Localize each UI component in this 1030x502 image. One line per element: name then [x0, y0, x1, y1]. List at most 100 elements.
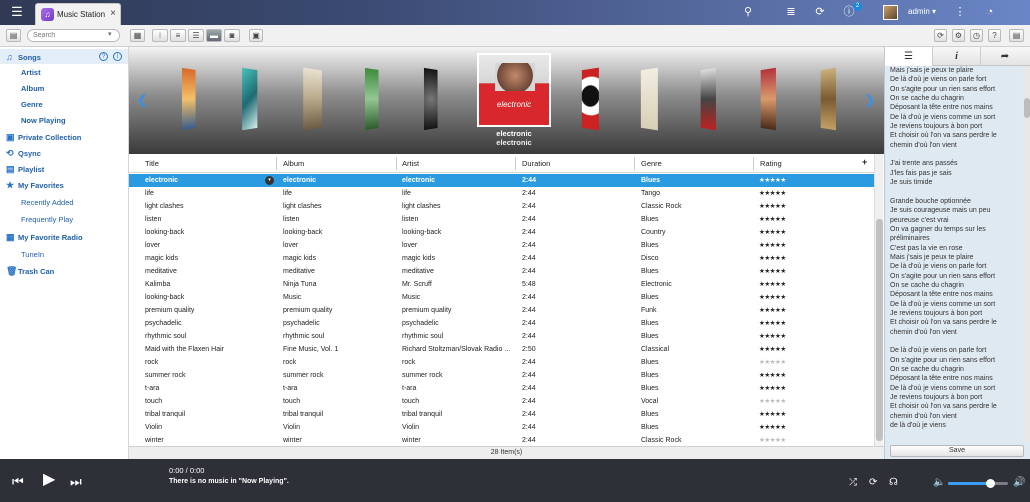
rating-stars[interactable]: ★★★★★	[759, 278, 786, 291]
volume-icon[interactable]: 🔈	[933, 477, 945, 488]
cover-flow-prev-icon[interactable]: ❮	[137, 93, 147, 107]
sync-icon[interactable]: ⟳	[812, 4, 828, 20]
sidebar-item-my-favorite-radio[interactable]: ▦ My Favorite Radio	[6, 230, 83, 244]
album-cover[interactable]	[242, 67, 258, 131]
rating-stars[interactable]: ★★★★★	[759, 291, 786, 304]
table-row[interactable]: life life life 2:44 Tango ★★★★★	[129, 187, 874, 200]
table-row[interactable]: tribal tranquil tribal tranquil tribal tra…	[129, 408, 874, 421]
sidebar-item-now-playing[interactable]: Now Playing	[21, 114, 66, 128]
detail-view-icon[interactable]: ☰	[188, 29, 204, 42]
column-title[interactable]: Title	[145, 159, 159, 168]
rating-stars[interactable]: ★★★★★	[759, 421, 786, 434]
album-cover[interactable]	[760, 67, 776, 131]
more-options-icon[interactable]: ⋮	[952, 4, 968, 20]
sidebar-toggle-icon[interactable]: ▤	[6, 29, 21, 42]
sidebar-item-trash-can[interactable]: 🗑Trash Can	[6, 264, 54, 278]
table-row[interactable]: magic kids magic kids magic kids 2:44 Disco ★…	[129, 252, 874, 265]
shuffle-icon[interactable]: ⤮	[849, 477, 857, 488]
column-album[interactable]: Album	[283, 159, 304, 168]
album-cover[interactable]	[640, 67, 658, 131]
album-cover[interactable]	[364, 67, 379, 131]
headphones-icon[interactable]: ☊	[889, 477, 898, 488]
table-row[interactable]: psychadelic psychadelic psychadelic 2:44 Blu…	[129, 317, 874, 330]
volume-max-icon[interactable]: 🔊	[1013, 477, 1025, 488]
app-tab-music-station[interactable]: ♫ Music Station ×	[35, 3, 121, 25]
table-row[interactable]: Violin Violin Violin 2:44 Blues ★★★★★	[129, 421, 874, 434]
rating-stars[interactable]: ★★★★★	[759, 265, 786, 278]
settings-icon[interactable]: ⚙	[952, 29, 965, 42]
rating-stars[interactable]: ★★★★★	[759, 252, 786, 265]
column-rating[interactable]: Rating	[760, 159, 782, 168]
grid-view-icon[interactable]: ▦	[130, 29, 145, 42]
table-row[interactable]: looking-back Music Music 2:44 Blues ★★★★★	[129, 291, 874, 304]
help-icon[interactable]: ?	[99, 52, 108, 61]
album-view-icon[interactable]: ◙	[224, 29, 240, 42]
table-row[interactable]: listen listen listen 2:44 Blues ★★★★★	[129, 213, 874, 226]
previous-track-icon[interactable]: ⏮	[12, 474, 24, 490]
next-track-icon[interactable]: ⏭	[70, 474, 82, 490]
rating-stars[interactable]: ★★★★★	[759, 239, 786, 252]
table-row[interactable]: t-ara t-ara t-ara 2:44 Blues ★★★★★	[129, 382, 874, 395]
table-scrollbar[interactable]	[874, 154, 883, 446]
table-row[interactable]: Maid with the Flaxen Hair Fine Music, Vol…	[129, 343, 874, 356]
sidebar-item-songs[interactable]: ♫ Songs	[6, 50, 41, 64]
rating-stars[interactable]: ★★★★★	[759, 200, 786, 213]
coverflow-view-icon[interactable]: ▬	[206, 29, 222, 42]
list-view-icon[interactable]: ≡	[170, 29, 186, 42]
dashboard-icon[interactable]: ◔	[982, 4, 998, 20]
thumbnail-view-icon[interactable]: ⁝	[152, 29, 168, 42]
album-cover[interactable]	[303, 67, 322, 131]
play-icon[interactable]: ▶	[43, 472, 55, 488]
save-playlist-icon[interactable]: ▣	[249, 29, 263, 42]
rating-stars[interactable]: ★★★★★	[759, 317, 786, 330]
cover-flow-next-icon[interactable]: ❯	[865, 93, 875, 107]
info-icon[interactable]: i	[113, 52, 122, 61]
add-column-button[interactable]: +	[862, 157, 867, 167]
table-row[interactable]: lover lover lover 2:44 Blues ★★★★★	[129, 239, 874, 252]
sidebar-item-frequently-play[interactable]: Frequently Play	[21, 213, 73, 227]
rating-stars[interactable]: ★★★★★	[759, 226, 786, 239]
lyrics-scrollbar[interactable]	[1023, 66, 1030, 442]
scrollbar-thumb[interactable]	[876, 219, 883, 441]
rating-stars[interactable]: ★★★★★	[759, 304, 786, 317]
sidebar-item-playlist[interactable]: ▤ Playlist	[6, 162, 44, 176]
selected-album-cover[interactable]: electronic	[477, 53, 551, 127]
panel-toggle-icon[interactable]: ▤	[1009, 29, 1024, 42]
table-row[interactable]: electronic electronic electronic 2:44 Blues ★…	[129, 174, 874, 187]
rating-stars[interactable]: ★★★★★	[759, 343, 786, 356]
sidebar-item-qsync[interactable]: ⟲ Qsync	[6, 146, 41, 160]
sidebar-item-album[interactable]: Album	[21, 82, 44, 96]
row-menu-icon[interactable]: ▾	[265, 176, 274, 185]
album-cover[interactable]	[181, 67, 196, 131]
album-cover[interactable]	[423, 67, 438, 131]
timer-icon[interactable]: ◷	[970, 29, 983, 42]
user-menu[interactable]: admin ▾	[908, 7, 936, 16]
tab-share[interactable]: ➦	[981, 47, 1029, 66]
column-duration[interactable]: Duration	[522, 159, 550, 168]
table-row[interactable]: looking-back looking-back looking-back 2:44…	[129, 226, 874, 239]
tab-lyrics[interactable]: ☰	[885, 47, 933, 66]
hamburger-menu-icon[interactable]: ☰	[10, 5, 24, 19]
rating-stars[interactable]: ★★★★★	[759, 330, 786, 343]
table-row[interactable]: Kalimba Ninja Tuna Mr. Scruff 5:48 Electroni…	[129, 278, 874, 291]
rating-stars[interactable]: ★★★★★	[759, 174, 786, 187]
rating-stars[interactable]: ★★★★★	[759, 187, 786, 200]
search-options-icon[interactable]: ▾	[108, 30, 112, 38]
sidebar-item-tunein[interactable]: TuneIn	[21, 248, 44, 262]
sidebar-item-recently-added[interactable]: Recently Added	[21, 196, 74, 210]
album-cover[interactable]	[700, 67, 716, 131]
search-icon[interactable]: ⚲	[740, 4, 756, 20]
save-button[interactable]: Save	[890, 445, 1024, 457]
sidebar-item-genre[interactable]: Genre	[21, 98, 43, 112]
album-cover[interactable]	[581, 67, 599, 131]
table-row[interactable]: premium quality premium quality premium qu…	[129, 304, 874, 317]
refresh-icon[interactable]: ⟳	[934, 29, 947, 42]
scrollbar-thumb[interactable]	[1024, 98, 1030, 118]
search-input[interactable]	[27, 29, 120, 42]
close-tab-icon[interactable]: ×	[110, 8, 116, 19]
rating-stars[interactable]: ★★★★★	[759, 408, 786, 421]
table-row[interactable]: meditative meditative meditative 2:44 Blues ★…	[129, 265, 874, 278]
volume-slider[interactable]	[948, 479, 1008, 488]
table-row[interactable]: rhythmic soul rhythmic soul rhythmic soul 2…	[129, 330, 874, 343]
table-row[interactable]: summer rock summer rock summer rock 2:44 Blu…	[129, 369, 874, 382]
